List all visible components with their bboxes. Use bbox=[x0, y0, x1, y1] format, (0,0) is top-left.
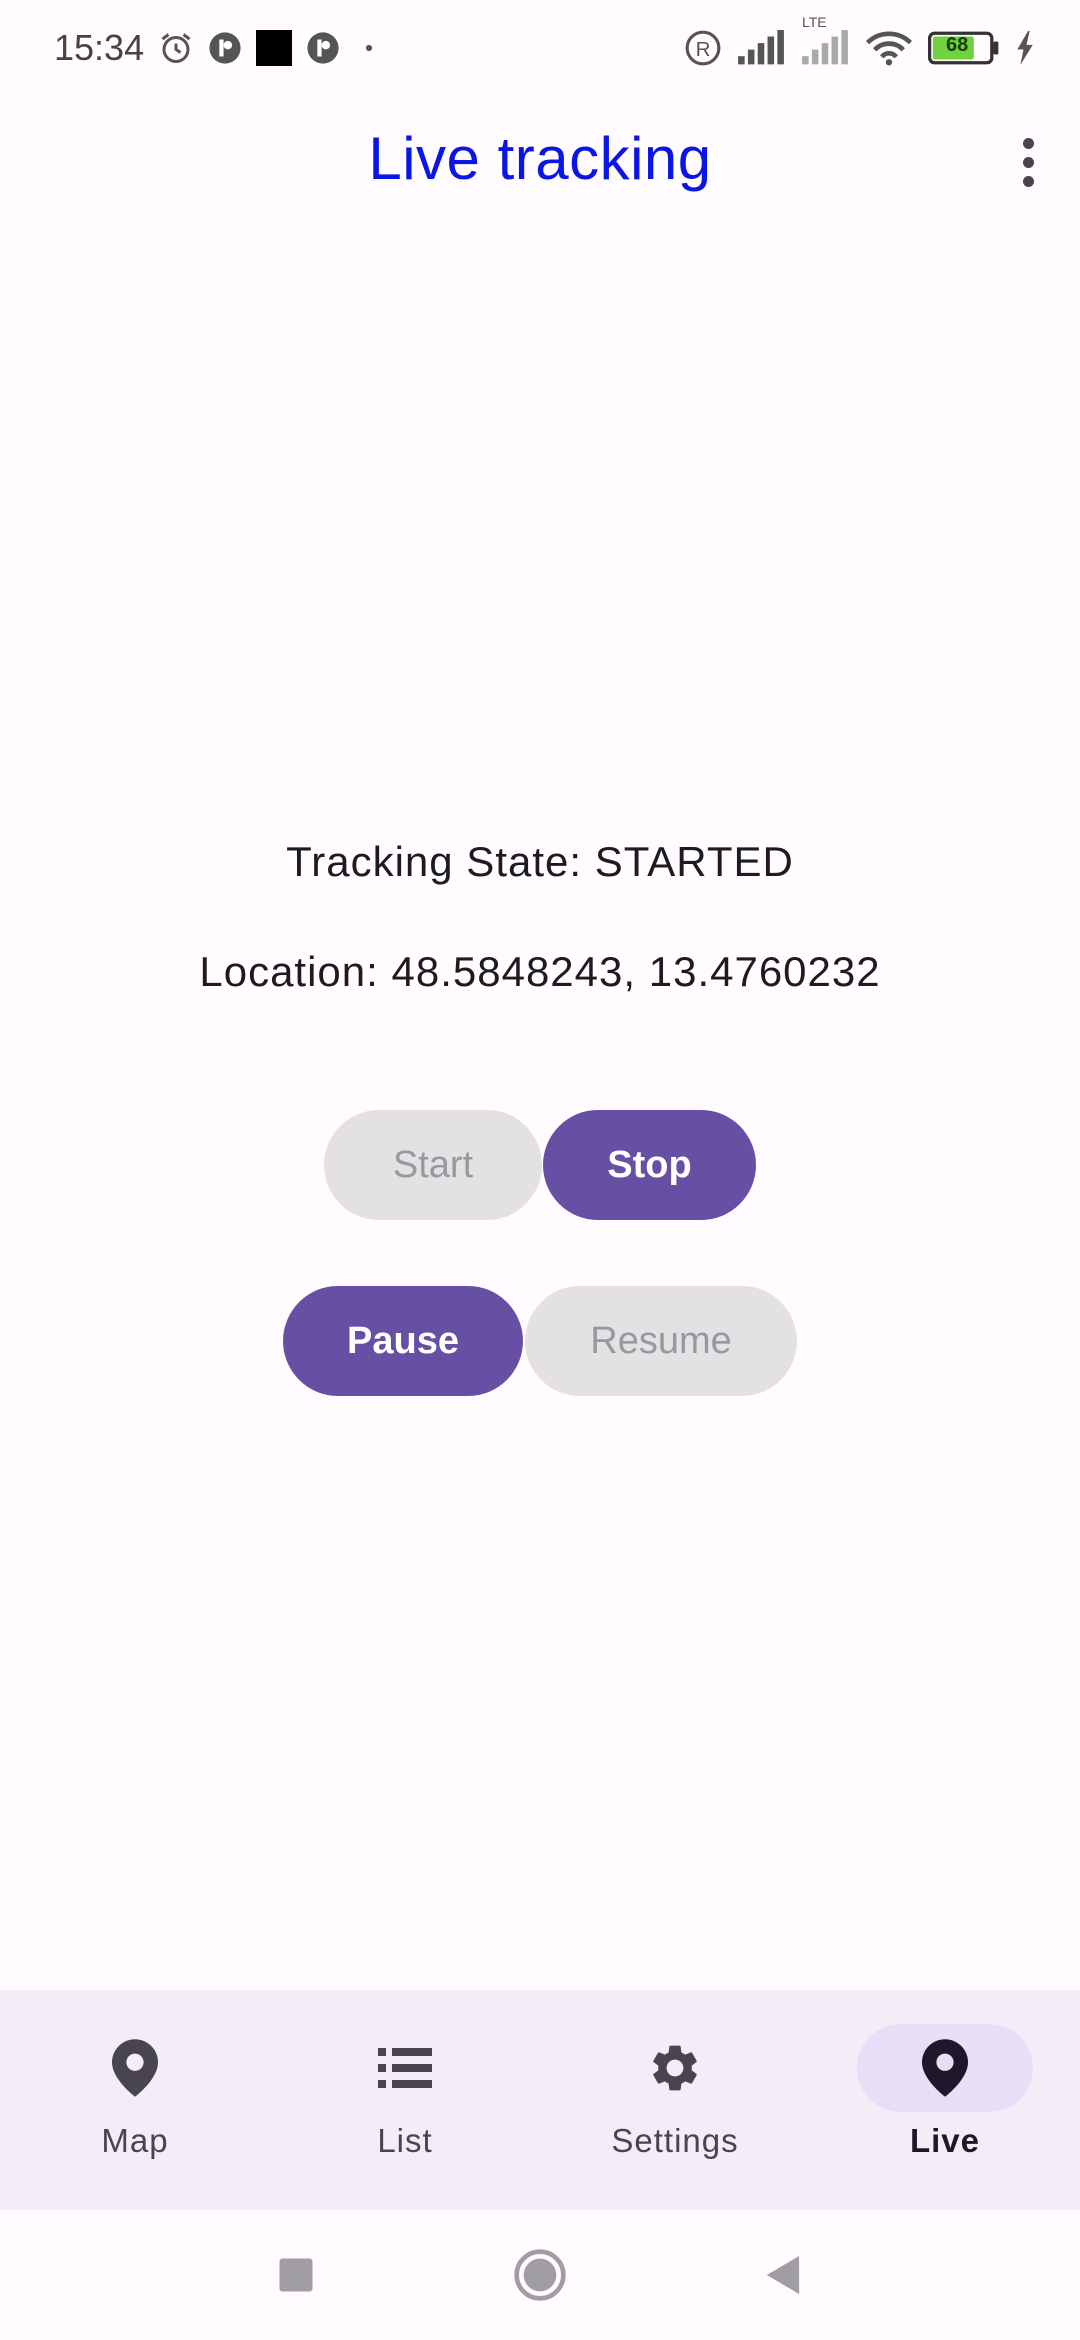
resume-button[interactable]: Resume bbox=[525, 1286, 797, 1396]
battery-icon: 68 bbox=[928, 31, 1000, 65]
svg-text:R: R bbox=[696, 38, 711, 61]
recents-icon[interactable] bbox=[266, 2245, 326, 2305]
system-navigation-bar bbox=[0, 2210, 1080, 2340]
gear-icon bbox=[645, 2038, 705, 2098]
nav-label-map: Map bbox=[101, 2122, 169, 2159]
nav-item-list[interactable]: List bbox=[270, 1990, 540, 2210]
start-button[interactable]: Start bbox=[324, 1110, 542, 1220]
nav-item-map[interactable]: Map bbox=[0, 1990, 270, 2210]
screen: 15:34 R LTE 68 Live tracking Tracking St… bbox=[0, 0, 1080, 2340]
app-bar: Live tracking bbox=[0, 96, 1080, 232]
wifi-icon bbox=[864, 28, 914, 68]
signal-icon bbox=[736, 30, 786, 66]
dot-icon bbox=[354, 38, 384, 58]
status-bar: 15:34 R LTE 68 bbox=[0, 0, 1080, 96]
location-pin-icon bbox=[915, 2038, 975, 2098]
back-icon[interactable] bbox=[752, 2245, 812, 2305]
app-notification-icon bbox=[306, 31, 340, 65]
tracking-state-text: Tracking State: STARTED bbox=[286, 838, 794, 885]
more-vert-icon[interactable] bbox=[1004, 130, 1052, 194]
app-notification-icon bbox=[208, 31, 242, 65]
lte-signal-icon: LTE bbox=[800, 14, 850, 66]
pause-button[interactable]: Pause bbox=[283, 1286, 523, 1396]
location-pin-icon bbox=[105, 2038, 165, 2098]
stop-button[interactable]: Stop bbox=[543, 1110, 756, 1220]
list-icon bbox=[375, 2038, 435, 2098]
bottom-navigation: Map List Settings Live bbox=[0, 1990, 1080, 2210]
page-title: Live tracking bbox=[368, 125, 712, 192]
nav-item-settings[interactable]: Settings bbox=[540, 1990, 810, 2210]
battery-level: 68 bbox=[946, 34, 969, 56]
alarm-icon bbox=[158, 30, 194, 66]
nav-item-live[interactable]: Live bbox=[810, 1990, 1080, 2210]
nav-label-live: Live bbox=[909, 2122, 981, 2159]
nav-label-list: List bbox=[377, 2122, 433, 2159]
registered-icon: R bbox=[684, 29, 722, 67]
black-square-icon bbox=[256, 30, 293, 66]
location-text: Location: 48.5848243, 13.4760232 bbox=[199, 948, 881, 995]
status-time: 15:34 bbox=[54, 27, 145, 68]
home-icon[interactable] bbox=[510, 2245, 570, 2305]
network-type-label: LTE bbox=[802, 14, 827, 30]
nav-label-settings: Settings bbox=[611, 2122, 739, 2159]
charging-icon bbox=[1014, 31, 1036, 65]
